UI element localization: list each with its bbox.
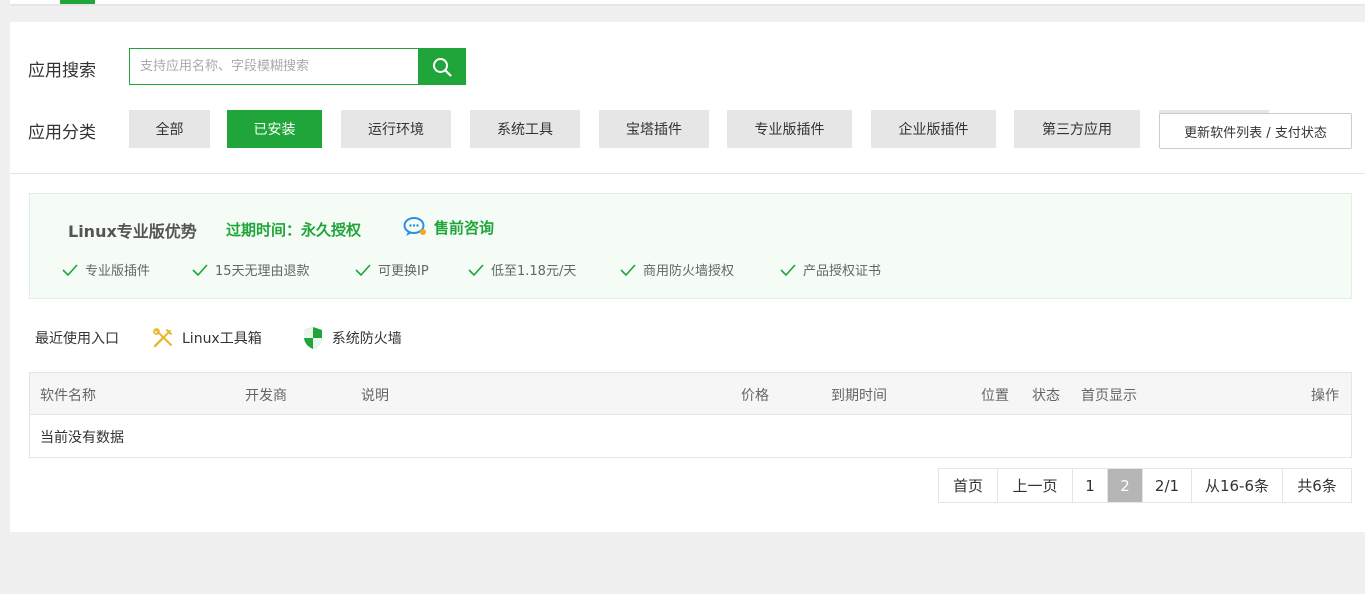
tools-icon xyxy=(153,328,172,348)
table-header: 软件名称 开发商 说明 价格 到期时间 位置 状态 首页显示 操作 xyxy=(30,373,1351,415)
check-icon xyxy=(355,263,371,276)
pro-title: Linux专业版优势 xyxy=(68,222,197,241)
pro-advantage-banner: Linux专业版优势 过期时间：永久授权 售前咨询 专业版插件 15天无理由退款 xyxy=(29,193,1352,299)
software-table: 软件名称 开发商 说明 价格 到期时间 位置 状态 首页显示 操作 当前没有数据 xyxy=(29,372,1352,458)
page-first[interactable]: 首页 xyxy=(939,469,998,502)
top-tab-bar xyxy=(10,0,1365,4)
search-input[interactable] xyxy=(130,49,418,84)
shield-icon xyxy=(303,327,322,349)
check-icon xyxy=(468,263,484,276)
feature-item: 商用防火墙授权 xyxy=(620,260,780,279)
pro-feature-list: 专业版插件 15天无理由退款 可更换IP 低至1.18元/天 商用防火墙授权 产… xyxy=(62,260,881,279)
search-label: 应用搜索 xyxy=(28,61,96,81)
col-description: 说明 xyxy=(361,388,389,404)
page-range: 从16-6条 xyxy=(1192,469,1283,502)
page-prev[interactable]: 上一页 xyxy=(998,469,1073,502)
col-homepage-display: 首页显示 xyxy=(1081,388,1137,404)
search-input-wrapper xyxy=(129,48,419,85)
col-actions: 操作 xyxy=(1311,388,1339,404)
recent-entries: 最近使用入口 Linux工具箱 系统防火墙 xyxy=(35,326,402,350)
col-location: 位置 xyxy=(981,388,1009,404)
category-all[interactable]: 全部 xyxy=(129,110,210,148)
recent-item-linux-toolbox[interactable]: Linux工具箱 xyxy=(152,327,262,349)
check-icon xyxy=(620,263,636,276)
recent-item-firewall[interactable]: 系统防火墙 xyxy=(302,326,402,350)
col-software-name: 软件名称 xyxy=(40,388,96,404)
col-status: 状态 xyxy=(1032,388,1060,404)
check-icon xyxy=(192,263,208,276)
presale-consult-label: 售前咨询 xyxy=(434,218,495,237)
check-icon xyxy=(780,263,796,276)
page-current[interactable]: 2 xyxy=(1108,469,1143,502)
recent-label: 最近使用入口 xyxy=(35,331,119,347)
feature-item: 可更换IP xyxy=(355,260,468,279)
feature-item: 低至1.18元/天 xyxy=(468,260,620,279)
category-enterprise-plugins[interactable]: 企业版插件 xyxy=(871,110,996,148)
feature-item: 专业版插件 xyxy=(62,260,192,279)
page-count: 2/1 xyxy=(1143,469,1192,502)
feature-item: 15天无理由退款 xyxy=(192,260,355,279)
active-tab-indicator xyxy=(60,0,95,4)
category-runtime[interactable]: 运行环境 xyxy=(341,110,451,148)
chat-bubble-icon xyxy=(403,217,426,236)
page-total: 共6条 xyxy=(1297,477,1337,495)
feature-item: 产品授权证书 xyxy=(780,260,881,279)
category-installed[interactable]: 已安装 xyxy=(227,110,322,148)
check-icon xyxy=(62,263,78,276)
col-developer: 开发商 xyxy=(245,388,287,404)
col-expire-time: 到期时间 xyxy=(831,388,887,404)
category-system-tools[interactable]: 系统工具 xyxy=(470,110,580,148)
pagination: 首页 上一页 1 2 2/1 从16-6条 共6条 xyxy=(938,468,1352,503)
category-label: 应用分类 xyxy=(28,123,96,143)
col-price: 价格 xyxy=(741,388,769,404)
table-empty-text: 当前没有数据 xyxy=(40,430,124,446)
pro-expire-text: 过期时间：永久授权 xyxy=(226,221,362,239)
divider xyxy=(10,173,1365,174)
presale-consult-link[interactable]: 售前咨询 xyxy=(403,216,494,238)
category-third-party[interactable]: 第三方应用 xyxy=(1014,110,1140,148)
software-panel: 应用搜索 应用分类 全部 已安装 运行环境 系统工具 宝塔插件 专业版插件 企业… xyxy=(10,22,1365,532)
update-software-list-button[interactable]: 更新软件列表 / 支付状态 xyxy=(1159,113,1352,149)
category-bt-plugins[interactable]: 宝塔插件 xyxy=(599,110,709,148)
search-icon xyxy=(433,57,452,77)
category-pro-plugins[interactable]: 专业版插件 xyxy=(727,110,852,148)
page-1[interactable]: 1 xyxy=(1073,469,1108,502)
search-button[interactable] xyxy=(418,48,466,85)
